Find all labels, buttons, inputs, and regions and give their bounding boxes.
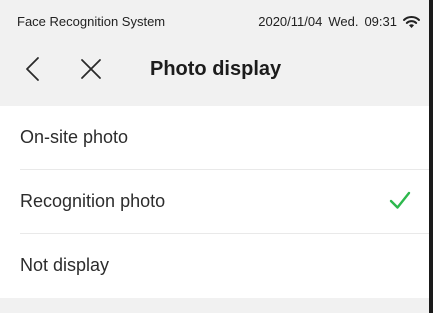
status-app-name: Face Recognition System — [17, 14, 166, 29]
option-recognition-photo[interactable]: Recognition photo — [20, 170, 433, 234]
option-label: On-site photo — [20, 127, 129, 147]
option-label: Not display — [20, 255, 110, 275]
status-bar: Face Recognition System 2020/11/04 Wed. … — [0, 0, 433, 38]
page-title: Photo display — [150, 58, 282, 80]
status-time: 09:31 — [364, 14, 397, 29]
option-label: Recognition photo — [20, 191, 166, 211]
status-info: 2020/11/04 Wed. 09:31 — [258, 14, 420, 29]
wifi-icon — [403, 15, 420, 29]
check-icon — [389, 191, 411, 209]
status-date: 2020/11/04 — [258, 14, 323, 29]
status-day: Wed. — [328, 14, 359, 29]
back-button[interactable] — [20, 56, 46, 82]
close-button[interactable] — [78, 56, 104, 82]
photo-display-screen: Face Recognition System 2020/11/04 Wed. … — [0, 0, 433, 313]
option-on-site-photo[interactable]: On-site photo — [20, 106, 433, 170]
photo-display-options: On-site photo Recognition photo Not disp… — [0, 106, 433, 298]
option-not-display[interactable]: Not display — [20, 234, 433, 297]
close-icon — [81, 59, 101, 79]
screen-edge — [429, 0, 433, 313]
chevron-left-icon — [26, 57, 39, 81]
header: Face Recognition System 2020/11/04 Wed. … — [0, 0, 433, 106]
footer-band — [0, 298, 433, 313]
nav-bar: Photo display — [0, 44, 433, 94]
